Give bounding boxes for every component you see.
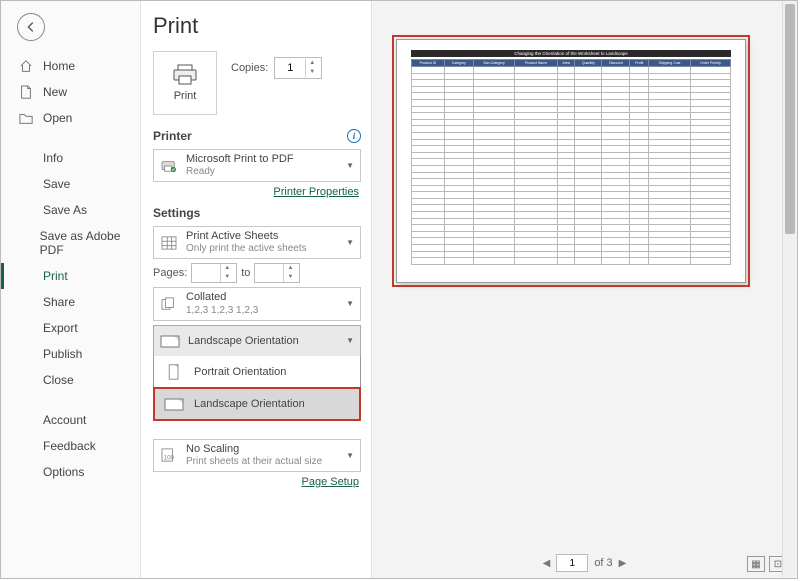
nav-label: Info: [43, 151, 63, 165]
nav-label: Close: [43, 373, 74, 387]
pages-from-input[interactable]: ▲▼: [191, 263, 237, 283]
orientation-dropdown[interactable]: Landscape Orientation ▼ Portrait Orienta…: [153, 325, 361, 357]
print-button[interactable]: Print: [153, 51, 217, 115]
nav-label: Save: [43, 177, 70, 191]
nav-export[interactable]: Export: [1, 315, 140, 341]
nav-open[interactable]: Open: [1, 105, 140, 131]
sheets-icon: [160, 236, 178, 250]
svg-text:100: 100: [164, 455, 175, 462]
printer-name: Microsoft Print to PDF: [186, 153, 294, 166]
back-arrow-icon: [24, 20, 38, 34]
page-setup-link[interactable]: Page Setup: [155, 476, 359, 488]
scrollbar-thumb[interactable]: [785, 4, 795, 234]
preview-page: Changing the Orientation of the Workshee…: [396, 39, 746, 283]
chevron-down-icon: ▼: [346, 299, 354, 308]
home-icon: [19, 59, 33, 73]
nav-label: Home: [43, 59, 75, 73]
print-settings-column: Print Print Copies: ▲▼ Printer i: [141, 1, 371, 578]
chevron-down-icon: ▼: [346, 336, 354, 345]
nav-label: Publish: [43, 347, 82, 361]
nav-account[interactable]: Account: [1, 407, 140, 433]
dd-sub: Only print the active sheets: [186, 243, 307, 255]
pager-next[interactable]: ▶: [619, 558, 627, 569]
dd-label: Landscape Orientation: [188, 335, 299, 347]
nav-share[interactable]: Share: [1, 289, 140, 315]
orientation-portrait-option[interactable]: Portrait Orientation: [154, 356, 360, 388]
new-icon: [19, 85, 33, 99]
nav-label: Save as Adobe PDF: [40, 229, 122, 257]
nav-label: Print: [43, 269, 68, 283]
pager-total: of 3: [594, 557, 612, 569]
nav-label: Account: [43, 413, 86, 427]
preview-table: Product IDCategorySub-CategoryProduct Na…: [411, 59, 731, 265]
landscape-icon: [160, 333, 180, 349]
pages-label: Pages:: [153, 267, 187, 279]
dd-label: Collated: [186, 291, 258, 304]
nav-info[interactable]: Info: [1, 145, 140, 171]
print-preview-pane: Changing the Orientation of the Workshee…: [371, 1, 797, 578]
nav-label: Open: [43, 111, 72, 125]
copies-input[interactable]: ▲▼: [274, 57, 322, 79]
nav-home[interactable]: Home: [1, 53, 140, 79]
preview-pager: ◀ of 3 ▶: [372, 554, 797, 572]
nav-close[interactable]: Close: [1, 367, 140, 393]
printer-dropdown[interactable]: Microsoft Print to PDFReady ▼: [153, 149, 361, 182]
pages-to-input[interactable]: ▲▼: [254, 263, 300, 283]
scaling-icon: 100: [160, 448, 178, 462]
scaling-dropdown[interactable]: 100 No ScalingPrint sheets at their actu…: [153, 439, 361, 472]
nav-publish[interactable]: Publish: [1, 341, 140, 367]
printer-header: Printer i: [153, 129, 361, 143]
collate-icon: [160, 297, 178, 311]
back-button[interactable]: [17, 13, 45, 41]
pages-to-label: to: [241, 267, 250, 279]
print-what-dropdown[interactable]: Print Active SheetsOnly print the active…: [153, 226, 361, 259]
chevron-down-icon: ▼: [346, 238, 354, 247]
nav-options[interactable]: Options: [1, 459, 140, 485]
collate-dropdown[interactable]: Collated1,2,3 1,2,3 1,2,3 ▼: [153, 287, 361, 320]
open-icon: [19, 111, 33, 125]
orientation-landscape-option[interactable]: Landscape Orientation: [154, 388, 360, 420]
page-title: Print: [153, 13, 361, 39]
opt-label: Portrait Orientation: [194, 366, 286, 378]
print-button-label: Print: [174, 90, 197, 102]
chevron-down-icon: ▼: [346, 451, 354, 460]
printer-ready-icon: [160, 159, 178, 173]
portrait-icon: [164, 364, 184, 380]
backstage-sidebar: Home New Open Info Save Save As Save as …: [1, 1, 141, 578]
chevron-down-icon: ▼: [346, 161, 354, 170]
landscape-icon: [164, 396, 184, 412]
nav-label: Feedback: [43, 439, 96, 453]
pager-prev[interactable]: ◀: [543, 558, 551, 569]
dd-label: Print Active Sheets: [186, 230, 307, 243]
info-icon[interactable]: i: [347, 129, 361, 143]
copies-field[interactable]: [275, 62, 305, 74]
dd-sub: 1,2,3 1,2,3 1,2,3: [186, 305, 258, 317]
nav-new[interactable]: New: [1, 79, 140, 105]
nav-save-pdf[interactable]: Save as Adobe PDF: [1, 223, 140, 263]
printer-icon: [172, 64, 198, 86]
nav-label: Options: [43, 465, 84, 479]
nav-label: Save As: [43, 203, 87, 217]
printer-properties-link[interactable]: Printer Properties: [155, 186, 359, 198]
opt-label: Landscape Orientation: [194, 398, 305, 410]
preview-doc-title: Changing the Orientation of the Workshee…: [411, 50, 731, 57]
pager-current[interactable]: [556, 554, 588, 572]
dd-sub: Print sheets at their actual size: [186, 456, 322, 468]
nav-print[interactable]: Print: [1, 263, 140, 289]
copies-label: Copies:: [231, 62, 268, 74]
dd-label: No Scaling: [186, 443, 322, 456]
nav-save-as[interactable]: Save As: [1, 197, 140, 223]
printer-status: Ready: [186, 166, 294, 178]
show-margins-button[interactable]: ▦: [747, 556, 765, 572]
nav-save[interactable]: Save: [1, 171, 140, 197]
vertical-scrollbar[interactable]: [782, 2, 796, 577]
nav-label: Share: [43, 295, 75, 309]
nav-label: Export: [43, 321, 78, 335]
copies-spinner[interactable]: ▲▼: [305, 59, 318, 77]
settings-header: Settings: [153, 206, 361, 220]
nav-label: New: [43, 85, 67, 99]
orientation-menu: Portrait Orientation Landscape Orientati…: [153, 356, 361, 421]
nav-feedback[interactable]: Feedback: [1, 433, 140, 459]
